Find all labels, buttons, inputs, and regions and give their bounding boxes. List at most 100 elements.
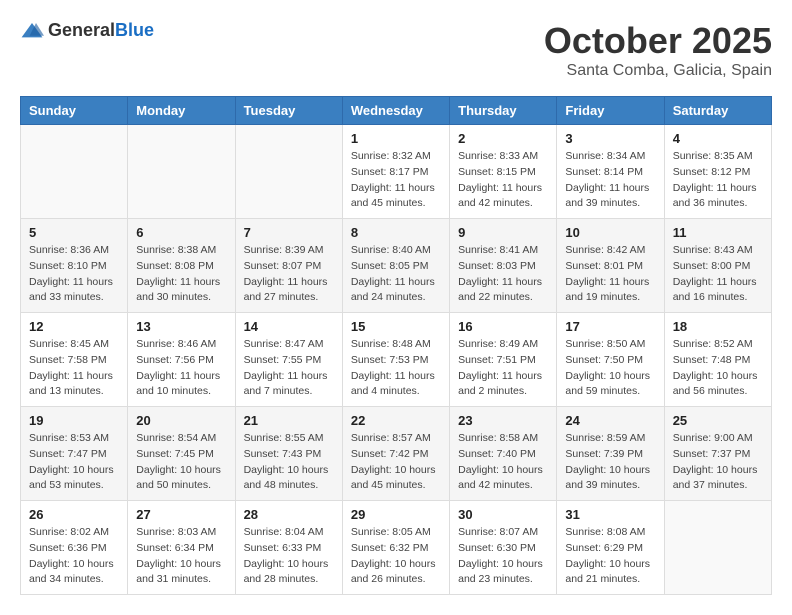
day-number: 7 — [244, 225, 334, 240]
calendar-cell: 28 Sunrise: 8:04 AMSunset: 6:33 PMDayligh… — [235, 501, 342, 595]
day-number: 27 — [136, 507, 226, 522]
day-info: Sunrise: 8:45 AMSunset: 7:58 PMDaylight:… — [29, 337, 119, 400]
day-info: Sunrise: 8:07 AMSunset: 6:30 PMDaylight:… — [458, 525, 548, 588]
calendar-cell: 14 Sunrise: 8:47 AMSunset: 7:55 PMDayligh… — [235, 313, 342, 407]
day-info: Sunrise: 8:39 AMSunset: 8:07 PMDaylight:… — [244, 243, 334, 306]
day-number: 15 — [351, 319, 441, 334]
weekday-header-thursday: Thursday — [450, 97, 557, 125]
calendar-cell — [128, 125, 235, 219]
calendar-cell: 15 Sunrise: 8:48 AMSunset: 7:53 PMDayligh… — [342, 313, 449, 407]
weekday-header-tuesday: Tuesday — [235, 97, 342, 125]
day-info: Sunrise: 8:03 AMSunset: 6:34 PMDaylight:… — [136, 525, 226, 588]
weekday-header-monday: Monday — [128, 97, 235, 125]
calendar-cell: 21Sunrise: 8:55 AMSunset: 7:43 PMDayligh… — [235, 407, 342, 501]
day-info: Sunrise: 8:38 AMSunset: 8:08 PMDaylight:… — [136, 243, 226, 306]
day-info: Sunrise: 8:36 AMSunset: 8:10 PMDaylight:… — [29, 243, 119, 306]
day-info: Sunrise: 8:58 AMSunset: 7:40 PMDaylight:… — [458, 431, 548, 494]
weekday-header-sunday: Sunday — [21, 97, 128, 125]
day-number: 11 — [673, 225, 763, 240]
day-number: 6 — [136, 225, 226, 240]
month-title: October 2025 — [544, 20, 772, 62]
day-number: 1 — [351, 131, 441, 146]
day-number: 5 — [29, 225, 119, 240]
day-info: Sunrise: 8:04 AMSunset: 6:33 PMDaylight:… — [244, 525, 334, 588]
weekday-header-friday: Friday — [557, 97, 664, 125]
logo-icon — [20, 21, 44, 41]
day-info: Sunrise: 8:34 AMSunset: 8:14 PMDaylight:… — [565, 149, 655, 212]
day-info: Sunrise: 8:41 AMSunset: 8:03 PMDaylight:… — [458, 243, 548, 306]
calendar-cell — [235, 125, 342, 219]
day-info: Sunrise: 8:52 AMSunset: 7:48 PMDaylight:… — [673, 337, 763, 400]
calendar-cell: 25Sunrise: 9:00 AMSunset: 7:37 PMDayligh… — [664, 407, 771, 501]
weekday-header-wednesday: Wednesday — [342, 97, 449, 125]
calendar-week-3: 12 Sunrise: 8:45 AMSunset: 7:58 PMDayligh… — [21, 313, 772, 407]
day-number: 29 — [351, 507, 441, 522]
calendar-cell: 12 Sunrise: 8:45 AMSunset: 7:58 PMDayligh… — [21, 313, 128, 407]
calendar-week-5: 26Sunrise: 8:02 AMSunset: 6:36 PMDayligh… — [21, 501, 772, 595]
day-info: Sunrise: 8:47 AMSunset: 7:55 PMDaylight:… — [244, 337, 334, 400]
day-info: Sunrise: 8:05 AMSunset: 6:32 PMDaylight:… — [351, 525, 441, 588]
day-info: Sunrise: 8:54 AMSunset: 7:45 PMDaylight:… — [136, 431, 226, 494]
day-info: Sunrise: 8:48 AMSunset: 7:53 PMDaylight:… — [351, 337, 441, 400]
calendar-cell: 2 Sunrise: 8:33 AMSunset: 8:15 PMDaylight… — [450, 125, 557, 219]
calendar-cell: 24 Sunrise: 8:59 AMSunset: 7:39 PMDayligh… — [557, 407, 664, 501]
day-number: 13 — [136, 319, 226, 334]
calendar-cell: 9 Sunrise: 8:41 AMSunset: 8:03 PMDaylight… — [450, 219, 557, 313]
calendar-cell: 18Sunrise: 8:52 AMSunset: 7:48 PMDayligh… — [664, 313, 771, 407]
day-info: Sunrise: 8:33 AMSunset: 8:15 PMDaylight:… — [458, 149, 548, 212]
day-info: Sunrise: 8:46 AMSunset: 7:56 PMDaylight:… — [136, 337, 226, 400]
day-number: 14 — [244, 319, 334, 334]
day-info: Sunrise: 8:08 AMSunset: 6:29 PMDaylight:… — [565, 525, 655, 588]
day-number: 2 — [458, 131, 548, 146]
day-info: Sunrise: 8:57 AMSunset: 7:42 PMDaylight:… — [351, 431, 441, 494]
calendar-cell: 6 Sunrise: 8:38 AMSunset: 8:08 PMDaylight… — [128, 219, 235, 313]
day-info: Sunrise: 8:50 AMSunset: 7:50 PMDaylight:… — [565, 337, 655, 400]
calendar-cell: 11 Sunrise: 8:43 AMSunset: 8:00 PMDayligh… — [664, 219, 771, 313]
day-number: 30 — [458, 507, 548, 522]
calendar-cell: 20 Sunrise: 8:54 AMSunset: 7:45 PMDayligh… — [128, 407, 235, 501]
day-info: Sunrise: 8:43 AMSunset: 8:00 PMDaylight:… — [673, 243, 763, 306]
day-number: 28 — [244, 507, 334, 522]
day-number: 31 — [565, 507, 655, 522]
page-header: GeneralBlue October 2025 Santa Comba, Ga… — [20, 20, 772, 80]
day-number: 19 — [29, 413, 119, 428]
day-number: 12 — [29, 319, 119, 334]
calendar-cell: 29 Sunrise: 8:05 AMSunset: 6:32 PMDayligh… — [342, 501, 449, 595]
calendar-cell: 30 Sunrise: 8:07 AMSunset: 6:30 PMDayligh… — [450, 501, 557, 595]
day-number: 23 — [458, 413, 548, 428]
logo-text-general: General — [48, 20, 115, 40]
day-number: 3 — [565, 131, 655, 146]
day-info: Sunrise: 8:40 AMSunset: 8:05 PMDaylight:… — [351, 243, 441, 306]
day-number: 26 — [29, 507, 119, 522]
day-number: 9 — [458, 225, 548, 240]
calendar-cell: 5 Sunrise: 8:36 AMSunset: 8:10 PMDaylight… — [21, 219, 128, 313]
calendar-cell: 26Sunrise: 8:02 AMSunset: 6:36 PMDayligh… — [21, 501, 128, 595]
day-info: Sunrise: 9:00 AMSunset: 7:37 PMDaylight:… — [673, 431, 763, 494]
calendar-cell: 27 Sunrise: 8:03 AMSunset: 6:34 PMDayligh… — [128, 501, 235, 595]
weekday-header-row: SundayMondayTuesdayWednesdayThursdayFrid… — [21, 97, 772, 125]
calendar-week-2: 5 Sunrise: 8:36 AMSunset: 8:10 PMDaylight… — [21, 219, 772, 313]
calendar-cell — [664, 501, 771, 595]
day-info: Sunrise: 8:35 AMSunset: 8:12 PMDaylight:… — [673, 149, 763, 212]
calendar-cell: 22Sunrise: 8:57 AMSunset: 7:42 PMDayligh… — [342, 407, 449, 501]
day-number: 8 — [351, 225, 441, 240]
calendar-cell: 4Sunrise: 8:35 AMSunset: 8:12 PMDaylight… — [664, 125, 771, 219]
calendar-cell: 16 Sunrise: 8:49 AMSunset: 7:51 PMDayligh… — [450, 313, 557, 407]
calendar-cell: 1Sunrise: 8:32 AMSunset: 8:17 PMDaylight… — [342, 125, 449, 219]
day-info: Sunrise: 8:59 AMSunset: 7:39 PMDaylight:… — [565, 431, 655, 494]
calendar-cell: 17Sunrise: 8:50 AMSunset: 7:50 PMDayligh… — [557, 313, 664, 407]
calendar-week-1: 1Sunrise: 8:32 AMSunset: 8:17 PMDaylight… — [21, 125, 772, 219]
day-info: Sunrise: 8:49 AMSunset: 7:51 PMDaylight:… — [458, 337, 548, 400]
weekday-header-saturday: Saturday — [664, 97, 771, 125]
calendar-cell: 8 Sunrise: 8:40 AMSunset: 8:05 PMDaylight… — [342, 219, 449, 313]
location-title: Santa Comba, Galicia, Spain — [544, 62, 772, 80]
calendar-cell: 7 Sunrise: 8:39 AMSunset: 8:07 PMDaylight… — [235, 219, 342, 313]
calendar-cell: 3 Sunrise: 8:34 AMSunset: 8:14 PMDaylight… — [557, 125, 664, 219]
day-number: 24 — [565, 413, 655, 428]
calendar-cell — [21, 125, 128, 219]
day-number: 16 — [458, 319, 548, 334]
title-block: October 2025 Santa Comba, Galicia, Spain — [544, 20, 772, 80]
calendar-table: SundayMondayTuesdayWednesdayThursdayFrid… — [20, 96, 772, 595]
calendar-week-4: 19Sunrise: 8:53 AMSunset: 7:47 PMDayligh… — [21, 407, 772, 501]
day-number: 20 — [136, 413, 226, 428]
